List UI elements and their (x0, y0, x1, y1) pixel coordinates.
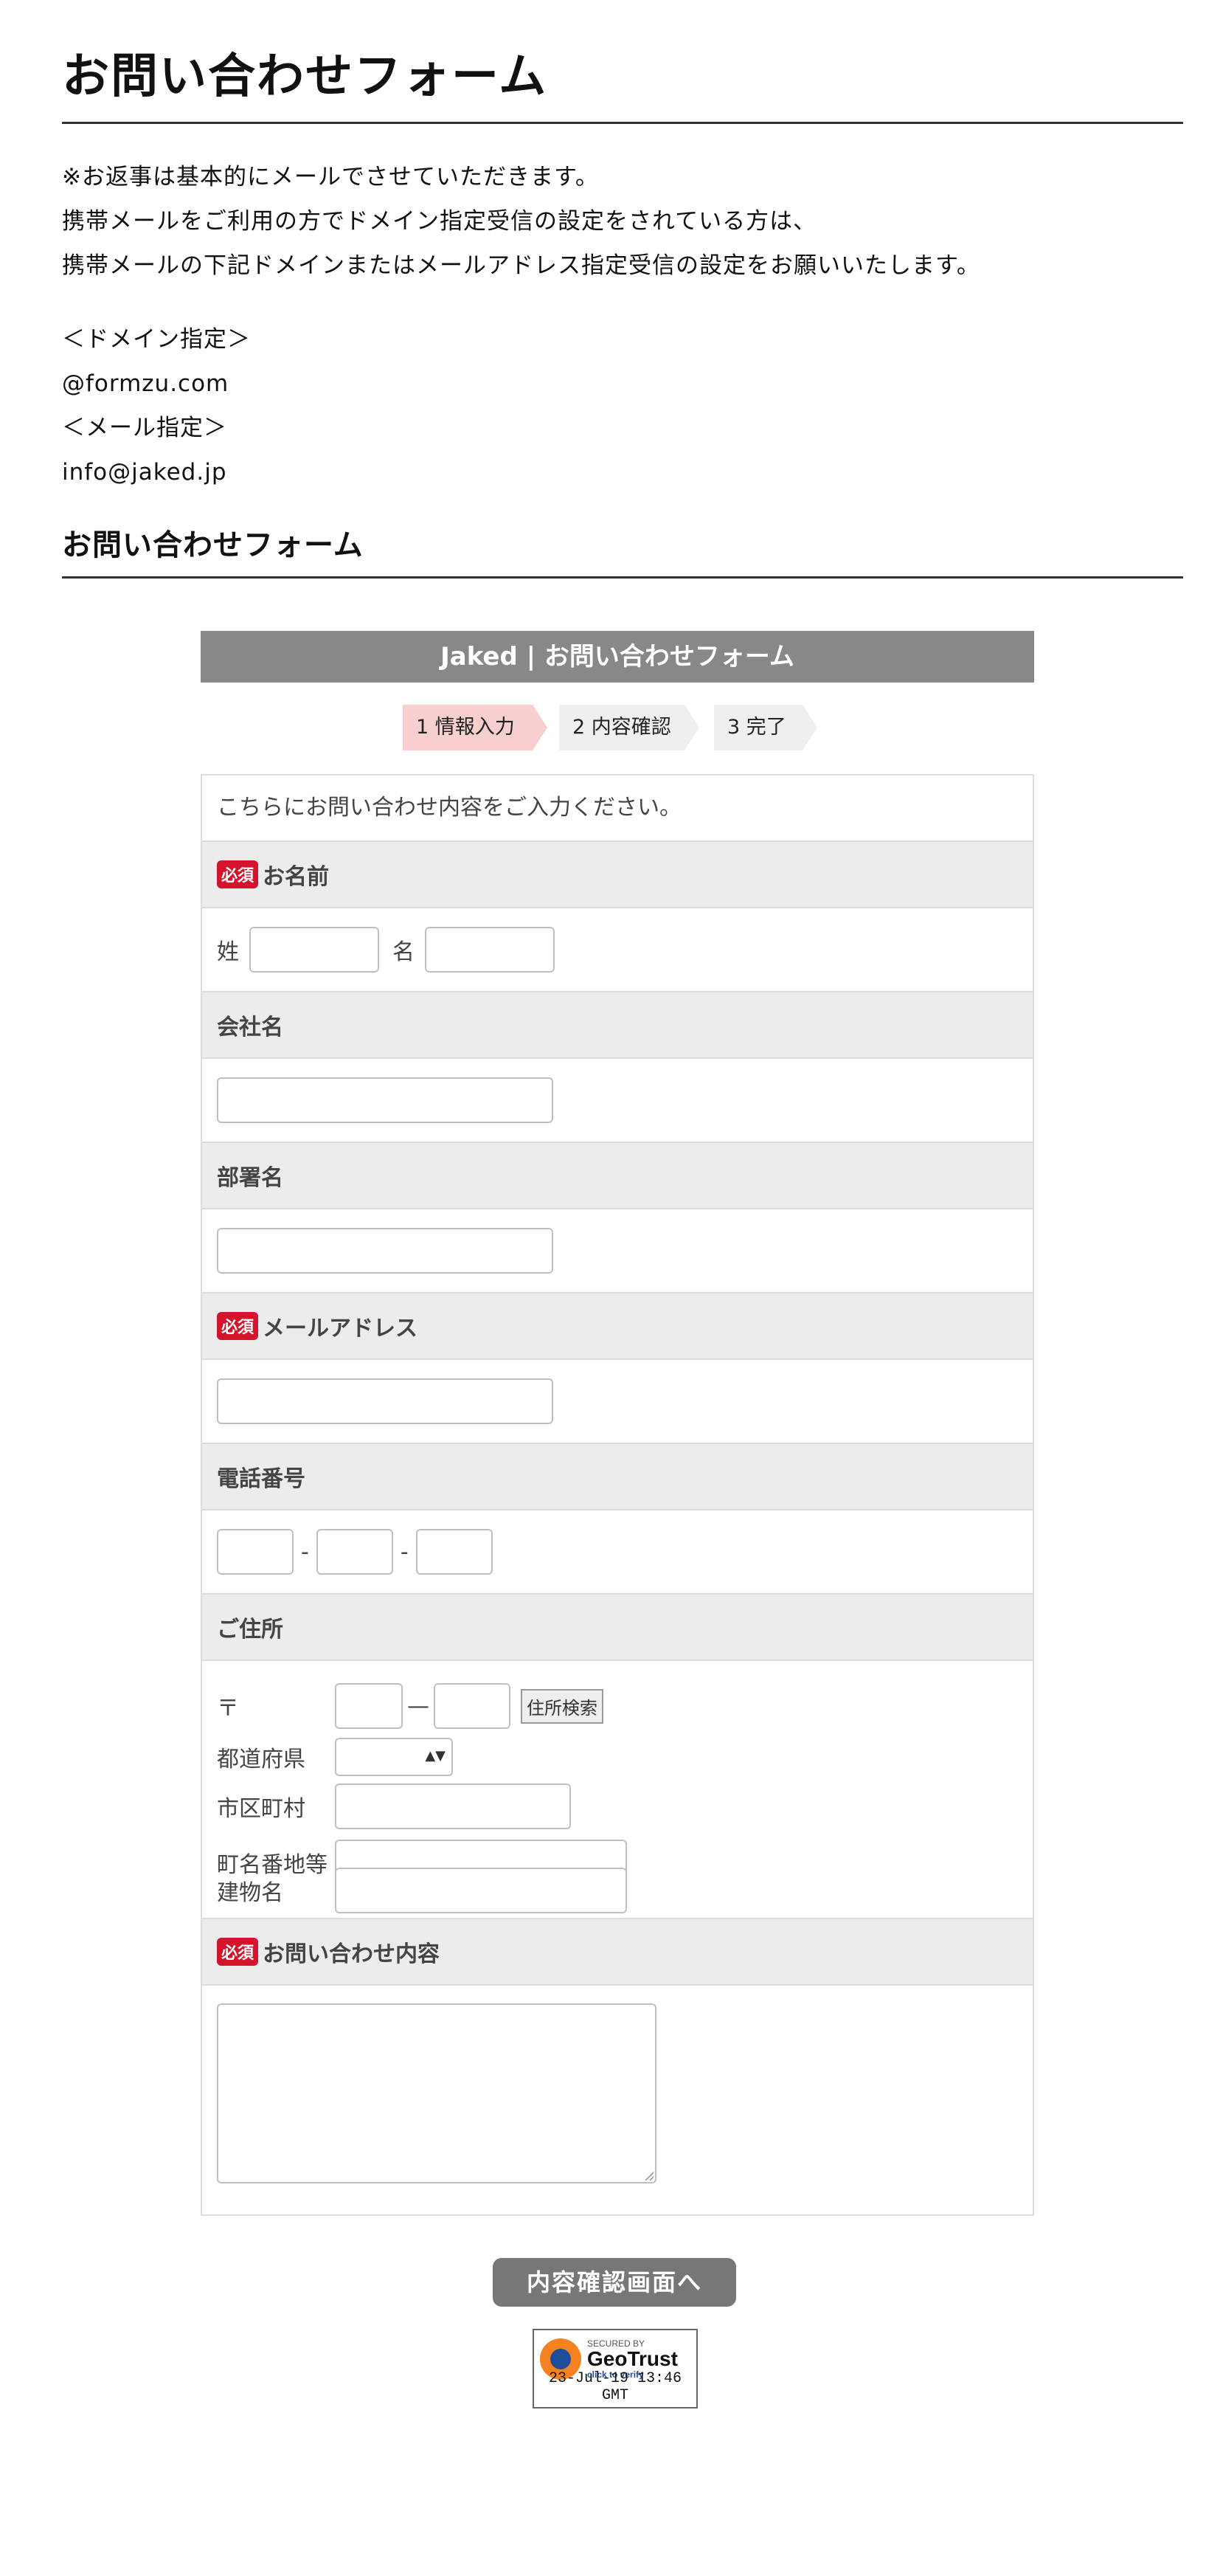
given-name-input[interactable] (425, 927, 555, 973)
intro-line-3: 携帯メールの下記ドメインまたはメールアドレス指定受信の設定をお願いいたします。 (62, 252, 980, 279)
phone-label: 電話番号 (217, 1466, 305, 1492)
name-label: お名前 (263, 864, 330, 890)
badge-date: 23-Jul-19 13:46 GMT (548, 2370, 682, 2404)
email-label: メールアドレス (263, 1316, 418, 1341)
required-badge: 必須 (217, 1312, 259, 1340)
prefecture-label: 都道府県 (217, 1747, 305, 1772)
step-complete: 3 完了 (714, 705, 817, 750)
domain-label: ＜ドメイン指定＞ (62, 326, 251, 353)
inquiry-field-row (202, 1986, 1033, 2214)
name-field-row: 姓 名 (202, 908, 1033, 992)
postal-input-2[interactable] (434, 1683, 510, 1729)
badge-brand: GeoTrust (587, 2347, 678, 2370)
phone-input-2[interactable] (316, 1529, 393, 1575)
step-confirm: 2 内容確認 (559, 705, 699, 750)
page-title: お問い合わせフォーム (62, 49, 548, 104)
prefecture-row: 都道府県 ▲▼ (217, 1738, 453, 1776)
step-input: 1 情報入力 (403, 705, 547, 750)
inquiry-label: お問い合わせ内容 (263, 1941, 440, 1967)
company-input[interactable] (217, 1077, 553, 1123)
postal-mark: 〒 (217, 1696, 239, 1722)
company-field-row (202, 1059, 1033, 1143)
section-divider (62, 576, 1183, 579)
department-label: 部署名 (217, 1165, 283, 1191)
city-label: 市区町村 (217, 1796, 305, 1822)
inquiry-textarea[interactable] (217, 2003, 656, 2183)
email-field-row (202, 1360, 1033, 1444)
company-label: 会社名 (217, 1015, 283, 1040)
building-input[interactable] (335, 1868, 627, 1913)
department-input[interactable] (217, 1228, 553, 1274)
address-label: ご住所 (217, 1617, 283, 1643)
page: お問い合わせフォーム ※お返事は基本的にメールでさせていただきます。 携帯メール… (0, 0, 1206, 2576)
phone-separator: - (301, 1539, 309, 1565)
title-divider (62, 122, 1183, 124)
given-name-label: 名 (392, 939, 415, 965)
building-row: 建物名 (217, 1868, 627, 1913)
intro-line-2: 携帯メールをご利用の方でドメイン指定受信の設定をされている方は、 (62, 208, 817, 235)
postal-row: 〒 — 住所検索 (217, 1683, 603, 1729)
geotrust-badge[interactable]: SECURED BY GeoTrust click to verify 23-J… (533, 2329, 698, 2408)
surname-input[interactable] (249, 927, 379, 973)
mail-value: info@jaked.jp (62, 459, 227, 486)
required-badge: 必須 (217, 1938, 259, 1966)
section-title: お問い合わせフォーム (62, 528, 364, 562)
form-steps: 1 情報入力 2 内容確認 3 完了 (201, 683, 1034, 774)
intro-line-1: ※お返事は基本的にメールでさせていただきます。 (62, 164, 599, 190)
city-row: 市区町村 (217, 1783, 571, 1829)
city-input[interactable] (335, 1783, 571, 1829)
resize-grip-icon[interactable] (645, 2172, 654, 2180)
postal-separator: — (407, 1693, 429, 1719)
phone-input-1[interactable] (217, 1529, 294, 1575)
email-label-row: 必須 メールアドレス (202, 1294, 1033, 1360)
contact-form: Jaked | お問い合わせフォーム 1 情報入力 2 内容確認 3 完了 こち… (201, 631, 1034, 2216)
department-field-row (202, 1209, 1033, 1294)
intro-text: ※お返事は基本的にメールでさせていただきます。 携帯メールをご利用の方でドメイン… (62, 155, 980, 494)
building-label: 建物名 (217, 1880, 283, 1906)
surname-label: 姓 (217, 939, 239, 965)
phone-input-3[interactable] (415, 1529, 493, 1575)
postal-input-1[interactable] (335, 1683, 403, 1729)
address-label-row: ご住所 (202, 1595, 1033, 1661)
mail-label: ＜メール指定＞ (62, 415, 227, 441)
company-label-row: 会社名 (202, 992, 1033, 1059)
confirm-button[interactable]: 内容確認画面へ (493, 2258, 736, 2307)
name-label-row: 必須 お名前 (202, 842, 1033, 908)
email-input[interactable] (217, 1378, 553, 1424)
inquiry-label-row: 必須 お問い合わせ内容 (202, 1919, 1033, 1986)
required-badge: 必須 (217, 860, 259, 888)
prefecture-select[interactable]: ▲▼ (335, 1738, 453, 1776)
phone-label-row: 電話番号 (202, 1444, 1033, 1510)
address-fields: 〒 — 住所検索 都道府県 ▲▼ 市区町村 町名番地等 建物名 (202, 1661, 1033, 1919)
department-label-row: 部署名 (202, 1143, 1033, 1209)
select-arrows-icon: ▲▼ (425, 1748, 446, 1764)
phone-field-row: - - (202, 1510, 1033, 1595)
form-header: Jaked | お問い合わせフォーム (201, 631, 1034, 683)
domain-value: @formzu.com (62, 370, 229, 397)
phone-separator: - (400, 1539, 409, 1565)
form-note: こちらにお問い合わせ内容をご入力ください。 (202, 776, 1033, 842)
address-search-button[interactable]: 住所検索 (521, 1688, 603, 1724)
form-body: こちらにお問い合わせ内容をご入力ください。 必須 お名前 姓 名 会社名 部署名 (201, 774, 1034, 2216)
